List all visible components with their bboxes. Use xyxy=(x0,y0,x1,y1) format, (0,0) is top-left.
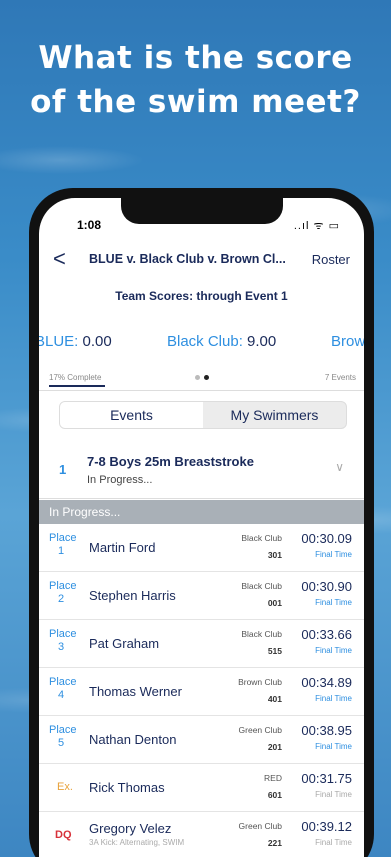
swimmer-number: 221 xyxy=(267,838,282,848)
place-label: Place 1 xyxy=(49,532,77,557)
section-header: In Progress... xyxy=(39,500,364,524)
place-label: Place 2 xyxy=(49,580,77,605)
view-toggle: Events My Swimmers xyxy=(59,401,347,429)
swimmer-name: Pat Graham xyxy=(89,636,160,651)
final-time-label: Final Time xyxy=(315,838,352,847)
event-header[interactable]: 1 7-8 Boys 25m Breaststroke In Progress.… xyxy=(39,448,364,498)
page-dot-active xyxy=(204,375,209,380)
final-time-label: Final Time xyxy=(315,790,352,799)
disqualified-label: DQ xyxy=(55,829,72,841)
club-name: Green Club xyxy=(238,821,282,831)
promo-headline: What is the score of the swim meet? xyxy=(0,36,391,124)
swimmer-number: 401 xyxy=(267,694,282,704)
swimmer-number: 601 xyxy=(267,790,282,800)
result-row[interactable]: Place 2 Stephen Harris Black Club 001 00:… xyxy=(39,572,364,620)
club-name: Black Club xyxy=(241,533,282,543)
progress-indicator xyxy=(49,385,105,387)
event-status: In Progress... xyxy=(87,474,153,486)
team-score-black-club: Black Club: 9.00 xyxy=(167,333,277,350)
swimmer-number: 515 xyxy=(267,646,282,656)
swim-time: 00:33.66 xyxy=(301,627,352,642)
place-label: Place 5 xyxy=(49,724,77,749)
signal-wifi-battery-icon: ..ıl ᯤ ▭ xyxy=(293,220,340,232)
event-number: 1 xyxy=(59,462,67,477)
status-time: 1:08 xyxy=(77,218,102,232)
divider xyxy=(39,498,364,499)
swimmer-name: Rick Thomas xyxy=(89,780,165,795)
status-bar: 1:08 ..ıl ᯤ ▭ xyxy=(39,218,364,236)
club-name: Black Club xyxy=(241,629,282,639)
dq-reason: 3A Kick: Alternating, SWIM xyxy=(89,838,185,847)
headline-line-1: What is the score xyxy=(38,40,353,76)
final-time-label: Final Time xyxy=(315,646,352,655)
page-dots xyxy=(193,373,211,382)
event-count: 7 Events xyxy=(324,373,356,382)
result-row[interactable]: Ex. Rick Thomas RED 601 00:31.75 Final T… xyxy=(39,764,364,812)
back-chevron-icon[interactable]: < xyxy=(53,246,66,272)
result-row[interactable]: Place 4 Thomas Werner Brown Club 401 00:3… xyxy=(39,668,364,716)
swimmer-number: 301 xyxy=(267,550,282,560)
swimmer-name: Martin Ford xyxy=(89,540,156,555)
final-time-label: Final Time xyxy=(315,742,352,751)
club-name: Green Club xyxy=(238,725,282,735)
team-scores-title: Team Scores: through Event 1 xyxy=(115,289,288,303)
swim-time: 00:38.95 xyxy=(301,723,352,738)
tab-events[interactable]: Events xyxy=(60,402,203,428)
swimmer-number: 201 xyxy=(267,742,282,752)
club-name: Black Club xyxy=(241,581,282,591)
swim-time: 00:34.89 xyxy=(301,675,352,690)
result-row[interactable]: Place 3 Pat Graham Black Club 515 00:33.6… xyxy=(39,620,364,668)
results-list: Place 1 Martin Ford Black Club 301 00:30.… xyxy=(39,524,364,857)
roster-button[interactable]: Roster xyxy=(312,252,350,267)
swimmer-name: Thomas Werner xyxy=(89,684,182,699)
team-score-brown-club: Brow xyxy=(331,333,364,350)
app-screen: 1:08 ..ıl ᯤ ▭ < BLUE v. Black Club v. Br… xyxy=(39,198,364,857)
result-row[interactable]: Place 1 Martin Ford Black Club 301 00:30.… xyxy=(39,524,364,572)
place-label: Place 3 xyxy=(49,628,77,653)
swim-time: 00:30.09 xyxy=(301,531,352,546)
page-dot xyxy=(195,375,200,380)
divider xyxy=(39,390,364,391)
swimmer-name: Gregory Velez xyxy=(89,821,172,836)
result-row[interactable]: DQ Gregory Velez 3A Kick: Alternating, S… xyxy=(39,812,364,857)
swimmer-name: Nathan Denton xyxy=(89,732,177,747)
headline-line-2: of the swim meet? xyxy=(30,84,361,120)
phone-frame: 1:08 ..ıl ᯤ ▭ < BLUE v. Black Club v. Br… xyxy=(29,188,374,857)
club-name: Brown Club xyxy=(238,677,282,687)
final-time-label: Final Time xyxy=(315,598,352,607)
tab-my-swimmers[interactable]: My Swimmers xyxy=(203,402,346,428)
result-row[interactable]: Place 5 Nathan Denton Green Club 201 00:3… xyxy=(39,716,364,764)
meet-progress: 17% Complete 7 Events xyxy=(39,373,364,389)
swim-time: 00:39.12 xyxy=(301,819,352,834)
meet-title: BLUE v. Black Club v. Brown Cl... xyxy=(89,252,286,266)
nav-bar: < BLUE v. Black Club v. Brown Cl... Rost… xyxy=(39,246,364,276)
percent-complete: 17% Complete xyxy=(49,373,102,382)
team-score-blue: BLUE: 0.00 xyxy=(39,333,112,350)
club-name: RED xyxy=(264,773,282,783)
exhibition-label: Ex. xyxy=(57,781,73,793)
place-label: Place 4 xyxy=(49,676,77,701)
final-time-label: Final Time xyxy=(315,694,352,703)
swim-time: 00:30.90 xyxy=(301,579,352,594)
swimmer-name: Stephen Harris xyxy=(89,588,176,603)
event-name: 7-8 Boys 25m Breaststroke xyxy=(87,454,254,469)
final-time-label: Final Time xyxy=(315,550,352,559)
swimmer-number: 001 xyxy=(267,598,282,608)
swim-time: 00:31.75 xyxy=(301,771,352,786)
chevron-down-icon[interactable]: ∨ xyxy=(335,460,344,474)
team-scores-carousel[interactable]: BLUE: 0.00 Black Club: 9.00 Brow xyxy=(39,333,364,355)
